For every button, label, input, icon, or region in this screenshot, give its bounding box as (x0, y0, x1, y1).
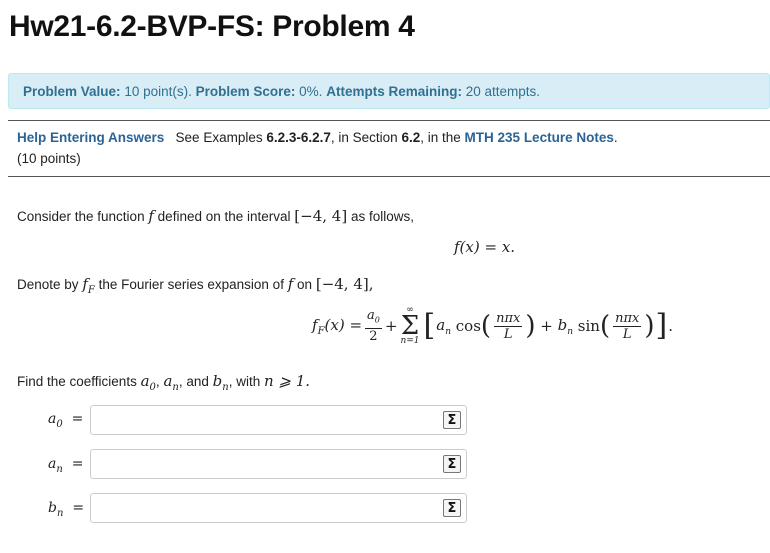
denote-text-3: on (297, 277, 313, 292)
attempts-label: Attempts Remaining: (326, 83, 462, 99)
problem-info-banner: Problem Value: 10 point(s). Problem Scor… (8, 73, 770, 109)
help-text-4: . (613, 130, 618, 145)
denote-text-1: Denote by (17, 277, 79, 292)
answer-label-bn: bn = (48, 500, 85, 519)
denote-text-2: the Fourier series expansion of (98, 277, 284, 292)
top-divider (8, 120, 770, 121)
answer-input-a0[interactable] (90, 405, 467, 435)
denote-f: f (287, 275, 294, 293)
points-label: (10 points) (17, 151, 81, 166)
attempts-remaining: 20 attempts. (465, 83, 541, 99)
denote-interval: [−4, 4], (315, 275, 374, 293)
find-text-2: , (155, 374, 160, 389)
help-text-3: , in the (420, 130, 461, 145)
intro-text-3: as follows, (350, 209, 414, 224)
problem-find: Find the coefficients a0, an, and bn, wi… (17, 372, 311, 393)
answer-label-an: an = (48, 456, 84, 475)
answer-label-a0: a0 = (48, 411, 84, 430)
problem-score-label: Problem Score: (195, 83, 296, 99)
problem-value: 10 point(s). (124, 83, 192, 99)
intro-text-1: Consider the function (17, 209, 145, 224)
help-text-2: , in Section (330, 130, 398, 145)
help-examples: 6.2.3-6.2.7 (266, 130, 331, 145)
problem-denote: Denote by f F the Fourier series expansio… (17, 275, 374, 296)
function-equation: f(x) = x. (454, 238, 516, 256)
help-entering-answers-link[interactable]: Help Entering Answers (17, 130, 164, 145)
page-title: Hw21-6.2-BVP-FS: Problem 4 (9, 10, 415, 43)
answer-input-an[interactable] (90, 449, 467, 479)
answer-input-bn[interactable] (90, 493, 467, 523)
denote-sub: F (87, 285, 95, 296)
problem-intro: Consider the function f defined on the i… (17, 207, 414, 225)
intro-text-2: defined on the interval (157, 209, 291, 224)
mid-divider (8, 176, 770, 177)
lecture-notes-link[interactable]: MTH 235 Lecture Notes (465, 130, 614, 145)
help-line: Help Entering Answers See Examples 6.2.3… (17, 130, 618, 145)
find-condition: n ⩾ 1. (264, 372, 311, 390)
equation-editor-button-an[interactable]: Σ (443, 455, 461, 473)
help-text-1: See Examples (175, 130, 263, 145)
intro-f: f (148, 207, 154, 225)
intro-interval: [−4, 4] (294, 207, 348, 225)
find-text-3: , and (178, 374, 209, 389)
find-a0: a (140, 372, 150, 390)
problem-value-label: Problem Value: (23, 83, 121, 99)
help-section: 6.2 (401, 130, 421, 145)
find-bn: b (212, 372, 223, 390)
fourier-series-equation: fF(x) = a0 2 + ∞ Σn=1 [ an cos (nπx L) + bn… (312, 305, 673, 346)
problem-score: 0%. (299, 83, 323, 99)
equation-editor-button-bn[interactable]: Σ (443, 499, 461, 517)
equation-editor-button-a0[interactable]: Σ (443, 411, 461, 429)
find-text-1: Find the coefficients (17, 374, 137, 389)
find-text-4: , with (228, 374, 261, 389)
